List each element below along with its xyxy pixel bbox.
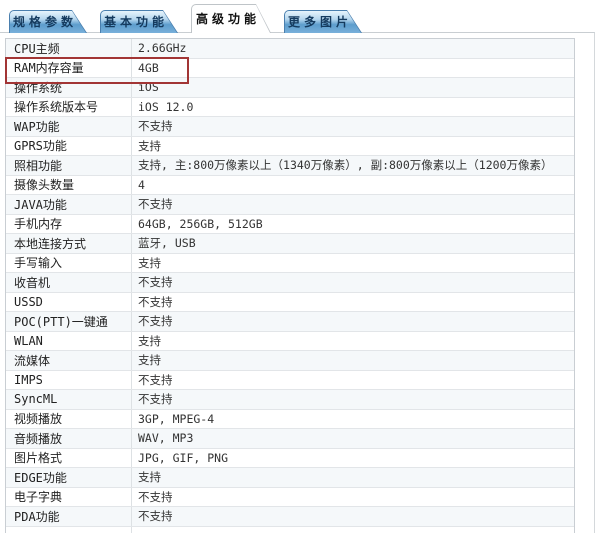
spec-value: 不支持 bbox=[138, 197, 173, 212]
spec-value: 不支持 bbox=[138, 372, 173, 387]
table-row: 本地连接方式 蓝牙, USB bbox=[6, 234, 574, 254]
spec-label: GPRS功能 bbox=[6, 136, 132, 155]
spec-value: 不支持 bbox=[138, 509, 173, 524]
spec-value: JPG, GIF, PNG bbox=[138, 450, 229, 465]
spec-label: 音频播放 bbox=[6, 429, 132, 448]
table-row: CPU主频 2.66GHz bbox=[6, 39, 574, 59]
spec-label: RAM内存容量 bbox=[6, 58, 132, 77]
spec-label: 照相功能 bbox=[6, 156, 132, 175]
table-row: SyncML 不支持 bbox=[6, 390, 574, 410]
spec-label: JAVA功能 bbox=[6, 195, 132, 214]
spec-value: 不支持 bbox=[138, 314, 173, 329]
spec-label: 本地连接方式 bbox=[6, 234, 132, 253]
spec-label: 流媒体 bbox=[6, 351, 132, 370]
spec-value: 支持 bbox=[138, 333, 161, 348]
tab-more-images[interactable]: 更多图片 bbox=[284, 10, 362, 33]
spec-label: 电子字典 bbox=[6, 487, 132, 506]
spec-value: 3GP, MPEG-4 bbox=[138, 411, 215, 426]
spec-label bbox=[6, 526, 132, 533]
tab-label: 高级功能 bbox=[195, 12, 260, 26]
table-row: 摄像头数量 4 bbox=[6, 175, 574, 195]
table-row: 视频播放 3GP, MPEG-4 bbox=[6, 409, 574, 429]
spec-value: 支持 bbox=[138, 138, 161, 153]
spec-label: PDA功能 bbox=[6, 507, 132, 526]
table-row: PDA功能 不支持 bbox=[6, 507, 574, 527]
spec-label: WLAN bbox=[6, 331, 132, 350]
spec-label: 手机内存 bbox=[6, 214, 132, 233]
spec-label: WAP功能 bbox=[6, 117, 132, 136]
tab-bar: 规格参数 基本功能 高级功能 更多图片 bbox=[9, 4, 362, 33]
spec-value: 不支持 bbox=[138, 489, 173, 504]
table-row: GPRS功能 支持 bbox=[6, 136, 574, 156]
tab-basic-features[interactable]: 基本功能 bbox=[100, 10, 178, 33]
table-row: 手机内存 64GB, 256GB, 512GB bbox=[6, 214, 574, 234]
spec-label: 收音机 bbox=[6, 273, 132, 292]
content-panel: CPU主频 2.66GHz RAM内存容量 4GB 操作系统 iOS 操作系统版本号 iOS … bbox=[0, 32, 595, 533]
table-row: 流媒体 支持 bbox=[6, 351, 574, 371]
table-row: 手写输入 支持 bbox=[6, 253, 574, 273]
spec-value: 支持 bbox=[138, 353, 161, 368]
table-row: WLAN 支持 bbox=[6, 331, 574, 351]
table-row: IMPS 不支持 bbox=[6, 370, 574, 390]
tab-advanced-features[interactable]: 高级功能 bbox=[191, 4, 271, 33]
spec-label: 视频播放 bbox=[6, 409, 132, 428]
table-row: RAM内存容量 4GB bbox=[5, 56, 574, 83]
tab-label: 规格参数 bbox=[13, 15, 78, 29]
tab-label: 基本功能 bbox=[104, 15, 169, 29]
spec-value: 支持, 主:800万像素以上（1340万像素）, 副:800万像素以上（1200… bbox=[138, 158, 553, 173]
spec-label: 手写输入 bbox=[6, 253, 132, 272]
spec-table-body: CPU主频 2.66GHz RAM内存容量 4GB 操作系统 iOS 操作系统版本号 iOS … bbox=[5, 38, 575, 533]
spec-label: SyncML bbox=[6, 390, 132, 409]
spec-label: CPU主频 bbox=[6, 39, 132, 58]
table-row: POC(PTT)一键通 不支持 bbox=[6, 312, 574, 332]
table-row: EDGE功能 支持 bbox=[6, 468, 574, 488]
table-row: 操作系统版本号 iOS 12.0 bbox=[6, 97, 574, 117]
spec-label: 操作系统 bbox=[6, 78, 132, 97]
spec-value: iOS bbox=[138, 80, 159, 95]
spec-label: 图片格式 bbox=[6, 448, 132, 467]
table-row-partial bbox=[6, 526, 574, 533]
spec-value bbox=[132, 527, 574, 533]
spec-value: WAV, MP3 bbox=[138, 431, 194, 446]
spec-value: 支持 bbox=[138, 255, 161, 270]
table-row: WAP功能 不支持 bbox=[6, 117, 574, 137]
spec-label: EDGE功能 bbox=[6, 468, 132, 487]
spec-label: 操作系统版本号 bbox=[6, 97, 132, 116]
tab-spec-params[interactable]: 规格参数 bbox=[9, 10, 87, 33]
spec-label: 摄像头数量 bbox=[6, 175, 132, 194]
spec-value: 64GB, 256GB, 512GB bbox=[138, 216, 263, 231]
spec-label: POC(PTT)一键通 bbox=[6, 312, 132, 331]
spec-value: 蓝牙, USB bbox=[138, 236, 196, 251]
table-row: 收音机 不支持 bbox=[6, 273, 574, 293]
table-row: JAVA功能 不支持 bbox=[6, 195, 574, 215]
spec-value: 不支持 bbox=[138, 294, 173, 309]
table-row: 电子字典 不支持 bbox=[6, 487, 574, 507]
tab-label: 更多图片 bbox=[288, 15, 353, 29]
spec-value: 4GB bbox=[138, 60, 159, 75]
table-row: 照相功能 支持, 主:800万像素以上（1340万像素）, 副:800万像素以上（… bbox=[6, 156, 574, 176]
spec-label: IMPS bbox=[6, 370, 132, 389]
spec-value: 不支持 bbox=[138, 392, 173, 407]
spec-value: 4 bbox=[138, 177, 145, 192]
table-row: 操作系统 iOS bbox=[6, 78, 574, 98]
spec-value: iOS 12.0 bbox=[138, 99, 194, 114]
spec-value: 支持 bbox=[138, 470, 161, 485]
table-row: USSD 不支持 bbox=[6, 292, 574, 312]
table-row: 图片格式 JPG, GIF, PNG bbox=[6, 448, 574, 468]
spec-value: 2.66GHz bbox=[138, 41, 187, 56]
spec-label: USSD bbox=[6, 292, 132, 311]
table-row: 音频播放 WAV, MP3 bbox=[6, 429, 574, 449]
spec-value: 不支持 bbox=[138, 275, 173, 290]
spec-value: 不支持 bbox=[138, 119, 173, 134]
